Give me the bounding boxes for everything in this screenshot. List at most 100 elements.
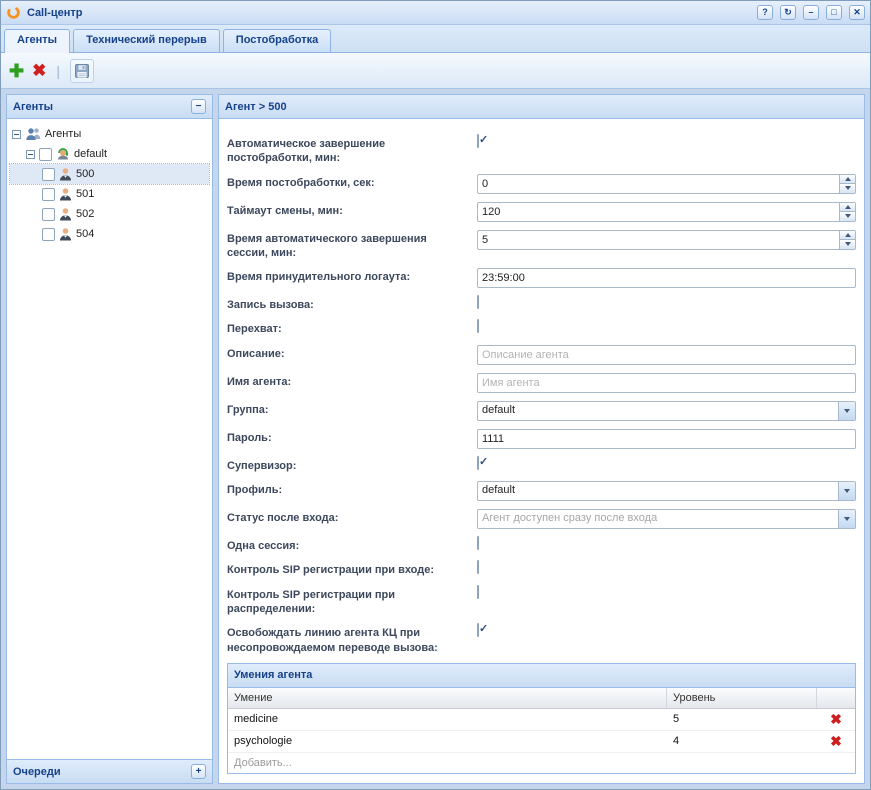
delete-agent-icon[interactable]: ✖: [32, 62, 46, 79]
help-button[interactable]: ?: [757, 5, 773, 20]
single-session-checkbox[interactable]: [477, 536, 479, 550]
spin-up-button[interactable]: [840, 175, 855, 184]
agent-panel-title: Агент > 500: [225, 101, 287, 113]
field-label: Освобождать линию агента КЦ при несопров…: [227, 624, 477, 655]
postprocessing-time-input[interactable]: [477, 174, 856, 194]
form-row: Пароль:: [227, 429, 856, 449]
agent-name-input[interactable]: [477, 373, 856, 393]
profile-combo[interactable]: default: [477, 481, 856, 501]
tab-agents[interactable]: Агенты: [4, 29, 70, 53]
form-row: Время постобработки, сек:: [227, 174, 856, 194]
field-label: Одна сессия:: [227, 537, 477, 553]
delete-skill-button[interactable]: ✖: [817, 710, 855, 728]
tree-group-default[interactable]: default: [10, 144, 209, 164]
description-input[interactable]: [477, 345, 856, 365]
group-combo-value: default: [478, 402, 838, 420]
form-row: Одна сессия:: [227, 537, 856, 553]
shift-timeout-input[interactable]: [477, 202, 856, 222]
field-label: Статус после входа:: [227, 509, 477, 525]
agent-person-icon: [59, 227, 72, 241]
auto-finish-postprocessing-checkbox[interactable]: [477, 134, 479, 148]
sip-check-login-checkbox[interactable]: [477, 560, 479, 574]
agents-group-icon: [25, 127, 41, 141]
call-center-window: Call-центр ? ↻ – □ ✕ Агенты Технический …: [0, 0, 871, 790]
combo-dropdown-icon[interactable]: [838, 402, 855, 420]
spin-up-button[interactable]: [840, 203, 855, 212]
tree-agent-504[interactable]: 504: [10, 224, 209, 244]
field-label: Время принудительного логаута:: [227, 268, 477, 284]
agent-form: Автоматическое завершение постобработки,…: [219, 119, 864, 783]
forced-logout-time-input[interactable]: [477, 268, 856, 288]
spinner-buttons: [839, 175, 855, 193]
field-label: Перехват:: [227, 320, 477, 336]
supervisor-checkbox[interactable]: [477, 456, 479, 470]
field-label: Имя агента:: [227, 373, 477, 389]
save-button[interactable]: [70, 59, 94, 83]
window-title: Call-центр: [27, 7, 750, 19]
form-row: Профиль: default: [227, 481, 856, 501]
agent-504-checkbox[interactable]: [42, 228, 55, 241]
tree-agent-502[interactable]: 502: [10, 204, 209, 224]
login-status-combo[interactable]: Агент доступен сразу после входа: [477, 509, 856, 529]
spinner-buttons: [839, 203, 855, 221]
tree-group-label: default: [74, 148, 107, 160]
form-row: Таймаут смены, мин:: [227, 202, 856, 222]
group-default-checkbox[interactable]: [39, 148, 52, 161]
content-area: Агенты − Агенты: [1, 89, 870, 789]
tab-postprocessing[interactable]: Постобработка: [223, 29, 331, 52]
combo-dropdown-icon[interactable]: [838, 482, 855, 500]
field-label: Контроль SIP регистрации при распределен…: [227, 586, 477, 617]
spin-down-button[interactable]: [840, 183, 855, 193]
skill-row[interactable]: medicine 5 ✖: [228, 709, 855, 731]
agent-skills-grid: Умения агента Умение Уровень medicine 5 …: [227, 663, 856, 774]
combo-dropdown-icon[interactable]: [838, 510, 855, 528]
expander-minus-icon[interactable]: [12, 130, 21, 139]
skill-row[interactable]: psychologie 4 ✖: [228, 731, 855, 753]
tree-root-agents[interactable]: Агенты: [10, 124, 209, 144]
spin-up-button[interactable]: [840, 231, 855, 240]
agent-501-checkbox[interactable]: [42, 188, 55, 201]
tree-agent-label: 500: [76, 168, 94, 180]
tree-agent-label: 502: [76, 208, 94, 220]
column-header-level[interactable]: Уровень: [667, 688, 817, 708]
release-line-checkbox[interactable]: [477, 623, 479, 637]
sip-check-distribution-checkbox[interactable]: [477, 585, 479, 599]
arrow-up-icon: [845, 233, 851, 237]
session-auto-finish-input[interactable]: [477, 230, 856, 250]
refresh-button[interactable]: ↻: [780, 5, 796, 20]
spin-down-button[interactable]: [840, 211, 855, 221]
add-skill-row[interactable]: Добавить...: [228, 753, 855, 773]
agent-500-checkbox[interactable]: [42, 168, 55, 181]
expander-minus-icon[interactable]: [26, 150, 35, 159]
skill-level-cell: 5: [667, 711, 817, 727]
call-recording-checkbox[interactable]: [477, 295, 479, 309]
agent-details-panel: Агент > 500 Автоматическое завершение по…: [218, 94, 865, 784]
sidebar-header: Агенты −: [7, 95, 212, 119]
close-button[interactable]: ✕: [849, 5, 865, 20]
collapse-panel-button[interactable]: −: [191, 99, 206, 114]
expand-queues-button[interactable]: +: [191, 764, 206, 779]
spin-down-button[interactable]: [840, 239, 855, 249]
headset-group-icon: [56, 147, 70, 161]
save-disk-icon: [74, 63, 90, 79]
add-agent-icon[interactable]: ✚: [9, 62, 24, 80]
form-row: Контроль SIP регистрации при распределен…: [227, 586, 856, 617]
minimize-button[interactable]: –: [803, 5, 819, 20]
tab-technical-break[interactable]: Технический перерыв: [73, 29, 220, 52]
shift-timeout-field: [477, 202, 856, 222]
skills-column-headers: Умение Уровень: [228, 688, 855, 709]
group-combo[interactable]: default: [477, 401, 856, 421]
interception-checkbox[interactable]: [477, 319, 479, 333]
column-header-skill[interactable]: Умение: [228, 688, 667, 708]
delete-skill-button[interactable]: ✖: [817, 732, 855, 750]
maximize-button[interactable]: □: [826, 5, 842, 20]
password-input[interactable]: [477, 429, 856, 449]
tree-agent-500[interactable]: 500: [10, 164, 209, 184]
agent-502-checkbox[interactable]: [42, 208, 55, 221]
agent-panel-header: Агент > 500: [219, 95, 864, 119]
tree-agent-501[interactable]: 501: [10, 184, 209, 204]
tabbar: Агенты Технический перерыв Постобработка: [1, 25, 870, 53]
arrow-down-icon: [845, 242, 851, 246]
field-label: Контроль SIP регистрации при входе:: [227, 561, 477, 577]
queues-collapsed-panel[interactable]: Очереди +: [7, 759, 212, 783]
